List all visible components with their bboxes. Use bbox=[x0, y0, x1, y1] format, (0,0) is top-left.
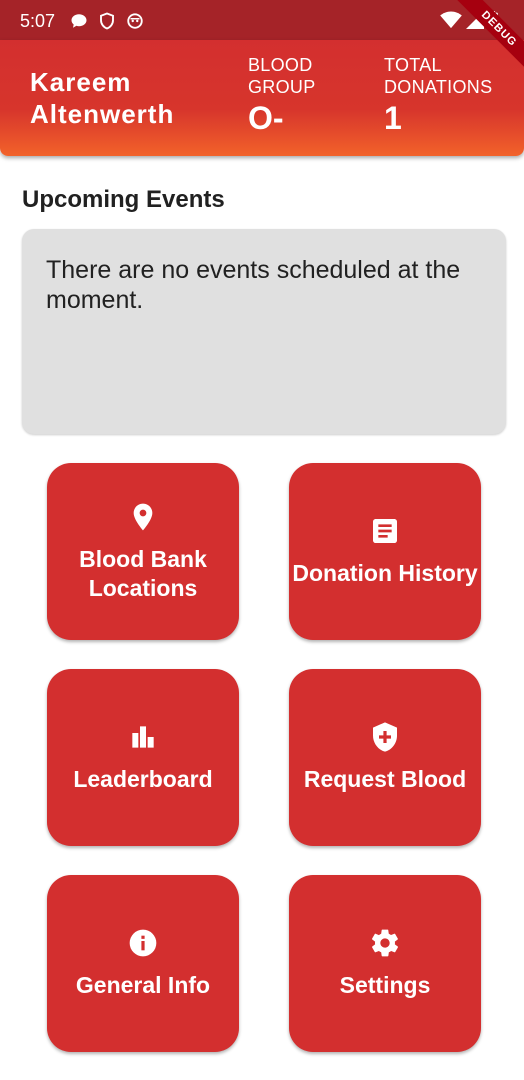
blood-group-value: O- bbox=[248, 100, 284, 136]
settings-button[interactable]: Settings bbox=[289, 875, 481, 1052]
gear-icon bbox=[369, 927, 401, 959]
total-donations-stat: TOTAL DONATIONS 1 bbox=[384, 54, 514, 136]
bar-chart-icon bbox=[127, 721, 159, 753]
tile-label: Leaderboard bbox=[73, 766, 213, 792]
general-info-button[interactable]: General Info bbox=[47, 875, 239, 1052]
tile-label: Settings bbox=[339, 972, 431, 998]
chat-bubble-icon bbox=[70, 12, 88, 35]
shield-plus-icon bbox=[369, 721, 401, 753]
document-icon bbox=[369, 515, 401, 547]
total-donations-label: TOTAL DONATIONS bbox=[384, 55, 493, 97]
tile-label: Request Blood bbox=[303, 766, 467, 792]
tile-label: General Info bbox=[75, 972, 211, 998]
total-donations-value: 1 bbox=[384, 100, 402, 136]
upcoming-events-title: Upcoming Events bbox=[22, 186, 225, 213]
user-name: Kareem Altenwerth bbox=[30, 67, 175, 129]
events-card: There are no events scheduled at the mom… bbox=[22, 229, 506, 434]
profile-header: Kareem Altenwerth BLOOD GROUP O- TOTAL D… bbox=[0, 40, 524, 156]
tile-label: Donation History bbox=[292, 560, 478, 586]
blood-bank-locations-button[interactable]: Blood Bank Locations bbox=[47, 463, 239, 640]
shield-outline-icon bbox=[98, 12, 116, 35]
location-pin-icon bbox=[127, 501, 159, 533]
tile-label: Blood Bank Locations bbox=[79, 545, 207, 601]
wifi-icon bbox=[440, 11, 462, 34]
status-bar: 5:07 bbox=[0, 0, 524, 40]
blood-group-label: BLOOD GROUP bbox=[248, 55, 316, 97]
robot-face-icon bbox=[126, 12, 144, 35]
request-blood-button[interactable]: Request Blood bbox=[289, 669, 481, 846]
no-events-message: There are no events scheduled at the mom… bbox=[46, 256, 461, 314]
blood-group-stat: BLOOD GROUP O- bbox=[248, 54, 358, 136]
leaderboard-button[interactable]: Leaderboard bbox=[47, 669, 239, 846]
info-icon bbox=[127, 927, 159, 959]
status-time: 5:07 bbox=[20, 11, 56, 31]
status-left-icons bbox=[70, 12, 144, 35]
donation-history-button[interactable]: Donation History bbox=[289, 463, 481, 640]
